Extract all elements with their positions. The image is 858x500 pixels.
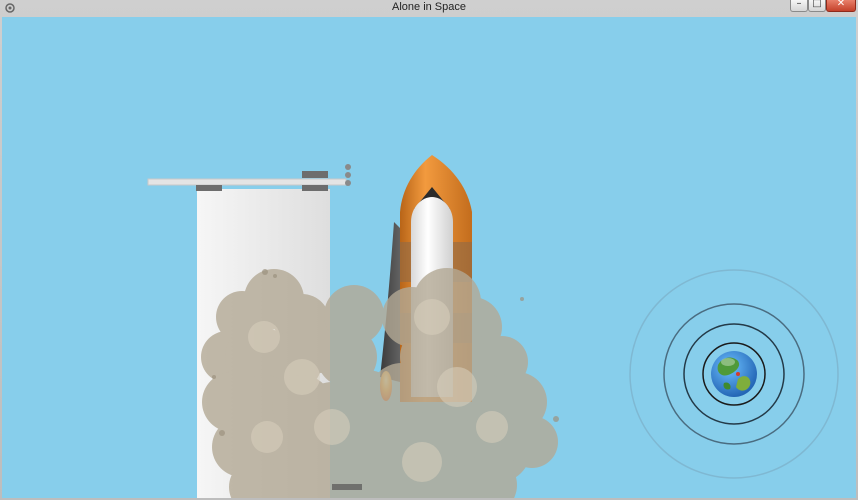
earth-icon — [711, 351, 757, 397]
game-viewport[interactable] — [2, 17, 856, 498]
close-icon: ✕ — [836, 0, 846, 9]
maximize-button[interactable]: □ — [808, 0, 826, 12]
close-button[interactable]: ✕ — [826, 0, 856, 12]
minimize-icon: – — [796, 0, 802, 9]
exhaust-smoke — [201, 268, 558, 498]
maximize-icon: □ — [812, 0, 822, 9]
title-bar[interactable]: Alone in Space – □ ✕ — [0, 0, 858, 16]
game-window: Alone in Space – □ ✕ — [0, 0, 858, 500]
window-title: Alone in Space — [392, 1, 466, 13]
game-scene — [147, 155, 839, 498]
earth-radar — [629, 269, 839, 479]
minimize-button[interactable]: – — [790, 0, 808, 12]
